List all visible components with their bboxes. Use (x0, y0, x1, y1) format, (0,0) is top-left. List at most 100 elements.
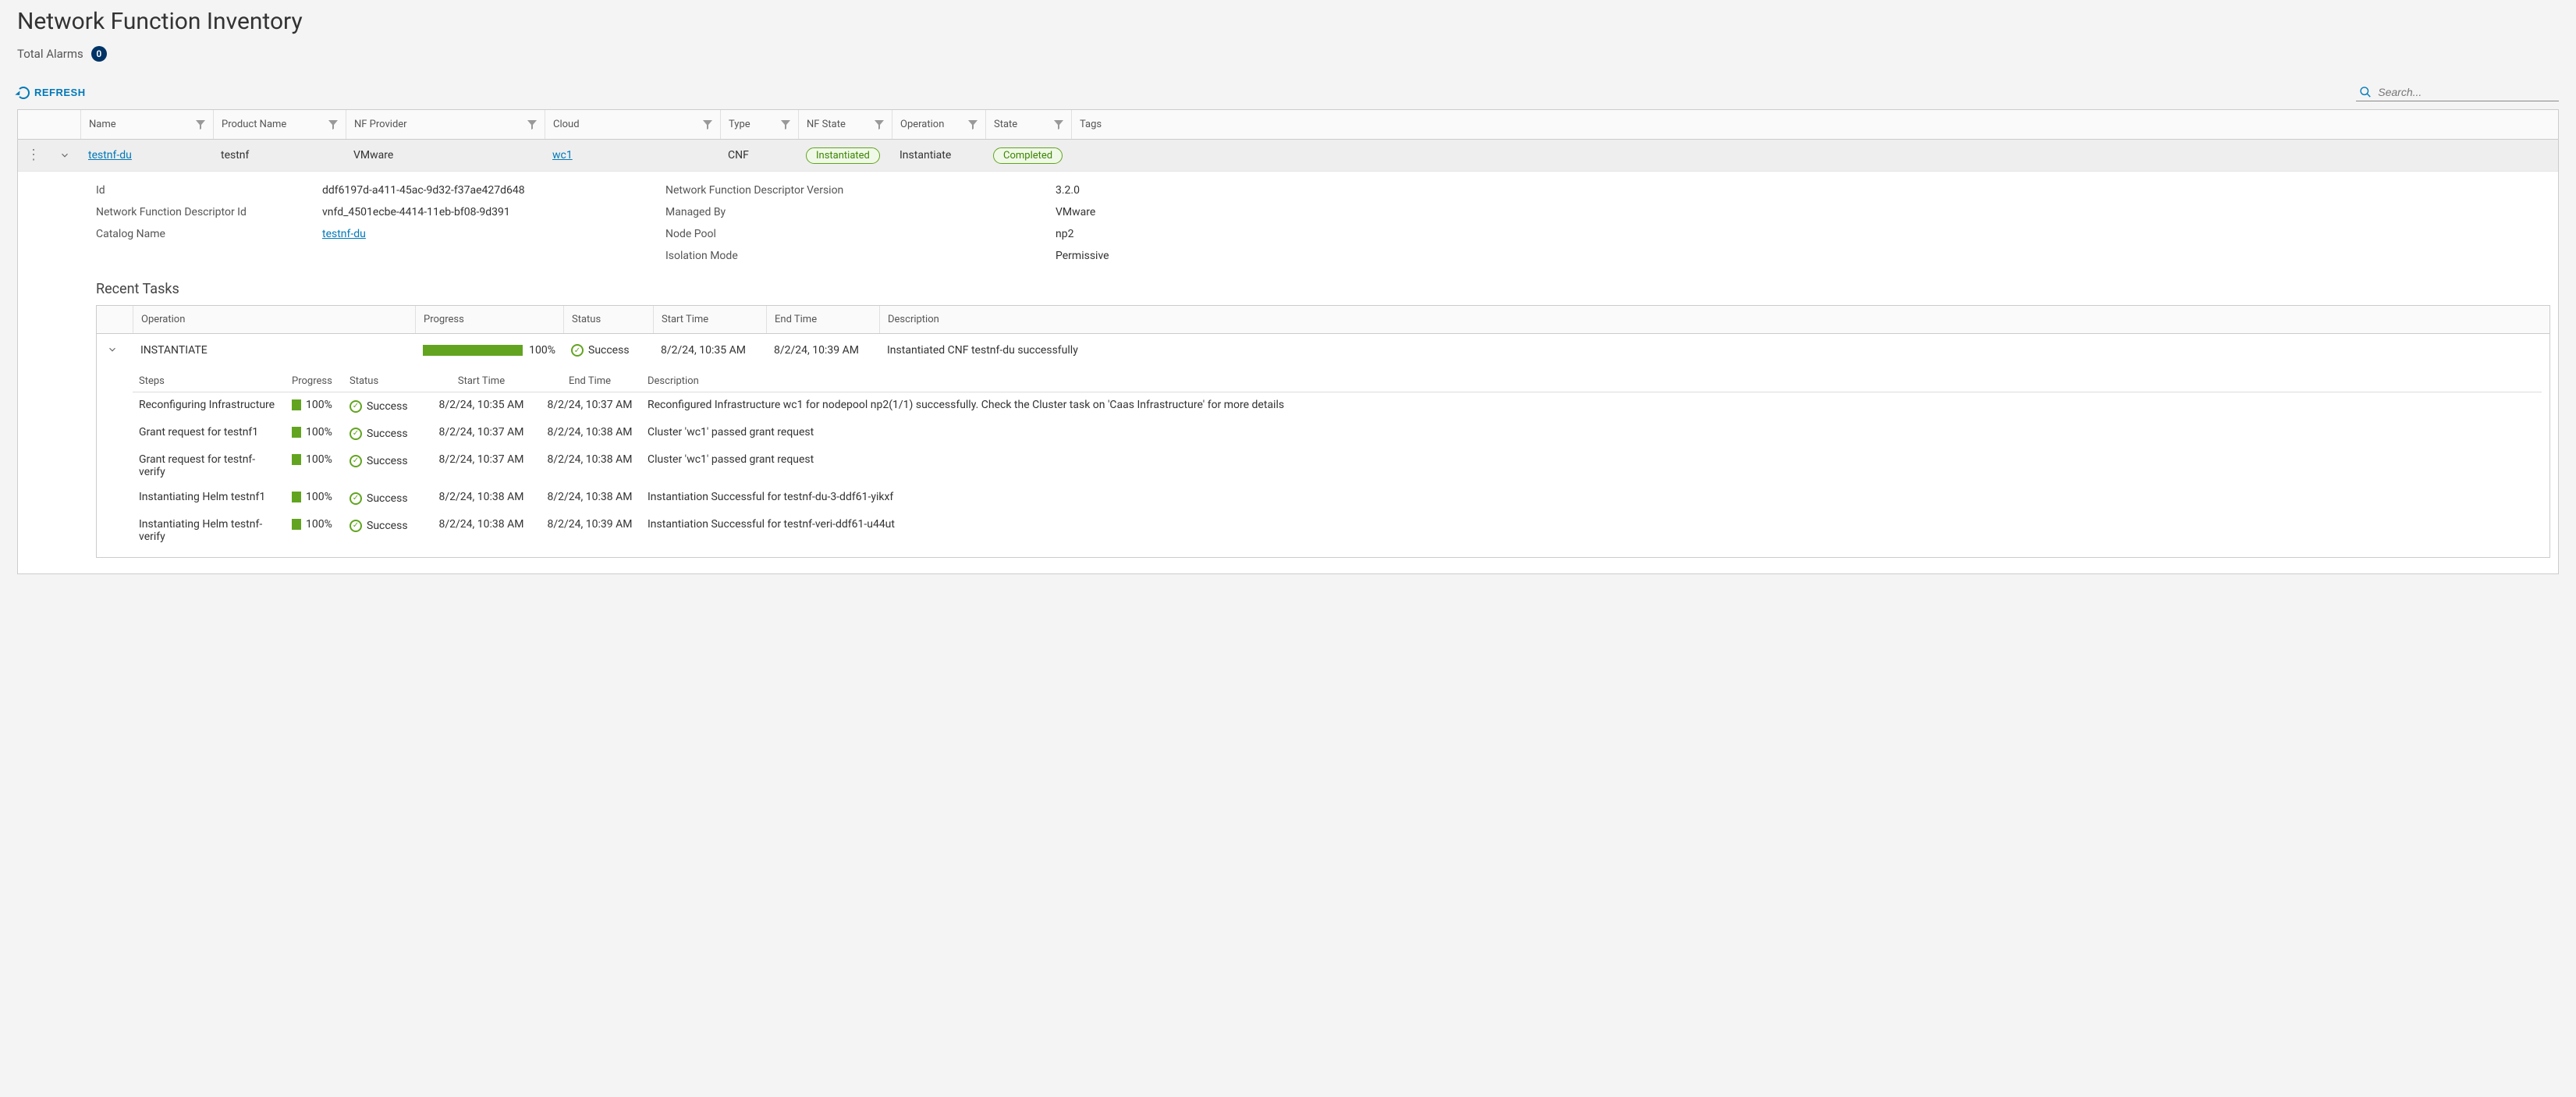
check-circle-icon: ✓ (349, 520, 362, 532)
step-end: 8/2/24, 10:39 AM (538, 518, 641, 531)
row-cloud-link[interactable]: wc1 (552, 149, 573, 162)
detail-value-catalog-link[interactable]: testnf-du (322, 228, 366, 240)
step-progress: 100% (292, 426, 332, 438)
detail-value-managedby: VMware (1056, 206, 2550, 218)
steps-header-row: Steps Progress Status Start Time End Tim… (133, 371, 2542, 392)
col-operation[interactable]: Operation (892, 110, 985, 139)
filter-icon[interactable] (875, 120, 884, 130)
row-operation: Instantiate (892, 143, 985, 168)
task-end: 8/2/24, 10:39 AM (766, 344, 879, 357)
detail-label-nodepool: Node Pool (665, 228, 1056, 240)
row-name-link[interactable]: testnf-du (88, 149, 132, 162)
col-nfstate[interactable]: NF State (798, 110, 892, 139)
task-start: 8/2/24, 10:35 AM (653, 344, 766, 357)
detail-label-nfdid: Network Function Descriptor Id (96, 206, 322, 218)
step-end: 8/2/24, 10:38 AM (538, 426, 641, 438)
step-end: 8/2/24, 10:37 AM (538, 399, 641, 411)
refresh-button[interactable]: REFRESH (17, 87, 86, 99)
task-progress-pct: 100% (529, 344, 555, 357)
step-name: Grant request for testnf1 (133, 426, 286, 438)
detail-value-id: ddf6197d-a411-45ac-9d32-f37ae427d648 (322, 184, 665, 197)
filter-icon[interactable] (968, 120, 978, 130)
chevron-down-icon[interactable] (105, 342, 120, 357)
step-desc: Cluster 'wc1' passed grant request (641, 426, 2542, 438)
search-input[interactable] (2378, 86, 2556, 98)
search-box[interactable] (2356, 83, 2559, 101)
task-col-operation[interactable]: Operation (133, 306, 415, 333)
filter-icon[interactable] (527, 120, 537, 130)
step-start: 8/2/24, 10:37 AM (424, 426, 538, 438)
detail-value-nfdid: vnfd_4501ecbe-4414-11eb-bf08-9d391 (322, 206, 665, 218)
step-col-status: Status (343, 375, 424, 387)
step-status: ✓Success (349, 400, 408, 413)
step-start: 8/2/24, 10:37 AM (424, 453, 538, 466)
step-progress: 100% (292, 453, 332, 466)
step-status: ✓Success (349, 428, 408, 440)
inventory-grid: Name Product Name NF Provider Cloud Type… (17, 109, 2559, 574)
detail-value-isolation: Permissive (1056, 250, 2550, 262)
step-name: Reconfiguring Infrastructure (133, 399, 286, 411)
step-row: Reconfiguring Infrastructure 100% ✓Succe… (133, 392, 2542, 420)
filter-icon[interactable] (1054, 120, 1063, 130)
task-col-end[interactable]: End Time (766, 306, 879, 333)
col-name[interactable]: Name (80, 110, 213, 139)
task-desc: Instantiated CNF testnf-du successfully (879, 344, 2549, 357)
step-desc: Cluster 'wc1' passed grant request (641, 453, 2542, 466)
filter-icon[interactable] (328, 120, 338, 130)
check-circle-icon: ✓ (349, 455, 362, 467)
col-provider[interactable]: NF Provider (346, 110, 545, 139)
step-progress: 100% (292, 399, 332, 411)
task-col-status[interactable]: Status (563, 306, 653, 333)
col-type[interactable]: Type (720, 110, 798, 139)
task-progress: 100% (423, 344, 555, 357)
filter-icon[interactable] (196, 120, 205, 130)
step-row: Grant request for testnf-verify 100% ✓Su… (133, 447, 2542, 485)
state-badge: Completed (993, 147, 1063, 164)
step-col-desc: Description (641, 375, 2542, 387)
col-cloud[interactable]: Cloud (545, 110, 720, 139)
col-tags[interactable]: Tags (1071, 110, 2558, 139)
row-detail-panel: Id ddf6197d-a411-45ac-9d32-f37ae427d648 … (18, 171, 2558, 573)
detail-label-id: Id (96, 184, 322, 197)
nfstate-badge: Instantiated (806, 147, 880, 164)
task-col-desc[interactable]: Description (879, 306, 2549, 333)
task-col-progress[interactable]: Progress (415, 306, 563, 333)
step-start: 8/2/24, 10:38 AM (424, 491, 538, 503)
total-alarms: Total Alarms 0 (17, 46, 2559, 62)
detail-label-isolation: Isolation Mode (665, 250, 1056, 262)
filter-icon[interactable] (703, 120, 712, 130)
alarm-count-badge: 0 (91, 46, 107, 62)
step-name: Instantiating Helm testnf-verify (133, 518, 286, 543)
row-tags (1071, 149, 2558, 162)
col-product[interactable]: Product Name (213, 110, 346, 139)
row-product: testnf (213, 143, 346, 168)
step-start: 8/2/24, 10:38 AM (424, 518, 538, 531)
step-end: 8/2/24, 10:38 AM (538, 453, 641, 466)
step-col-progress: Progress (286, 375, 343, 387)
step-row: Instantiating Helm testnf-verify 100% ✓S… (133, 512, 2542, 549)
row-type: CNF (720, 143, 798, 168)
task-row[interactable]: INSTANTIATE 100% ✓ Success 8/2/24, 10 (97, 334, 2549, 366)
filter-icon[interactable] (781, 120, 790, 130)
step-row: Grant request for testnf1 100% ✓Success … (133, 420, 2542, 447)
step-end: 8/2/24, 10:38 AM (538, 491, 641, 503)
step-desc: Reconfigured Infrastructure wc1 for node… (641, 399, 2542, 411)
step-name: Grant request for testnf-verify (133, 453, 286, 478)
step-status: ✓Success (349, 455, 408, 467)
chevron-down-icon[interactable] (57, 147, 73, 163)
row-actions-menu[interactable]: ⋮ (18, 142, 49, 169)
refresh-label: REFRESH (34, 87, 86, 98)
inventory-row[interactable]: ⋮ testnf-du testnf VMware wc1 CNF Instan… (18, 140, 2558, 171)
task-steps: Steps Progress Status Start Time End Tim… (97, 366, 2549, 557)
detail-label-managedby: Managed By (665, 206, 1056, 218)
step-status: ✓Success (349, 520, 408, 532)
col-state[interactable]: State (985, 110, 1071, 139)
refresh-icon (17, 87, 30, 99)
total-alarms-label: Total Alarms (17, 47, 83, 61)
grid-header-row: Name Product Name NF Provider Cloud Type… (18, 110, 2558, 140)
step-col-start: Start Time (424, 375, 538, 387)
step-progress: 100% (292, 491, 332, 503)
task-col-start[interactable]: Start Time (653, 306, 766, 333)
step-name: Instantiating Helm testnf1 (133, 491, 286, 503)
step-col-steps: Steps (133, 375, 286, 387)
